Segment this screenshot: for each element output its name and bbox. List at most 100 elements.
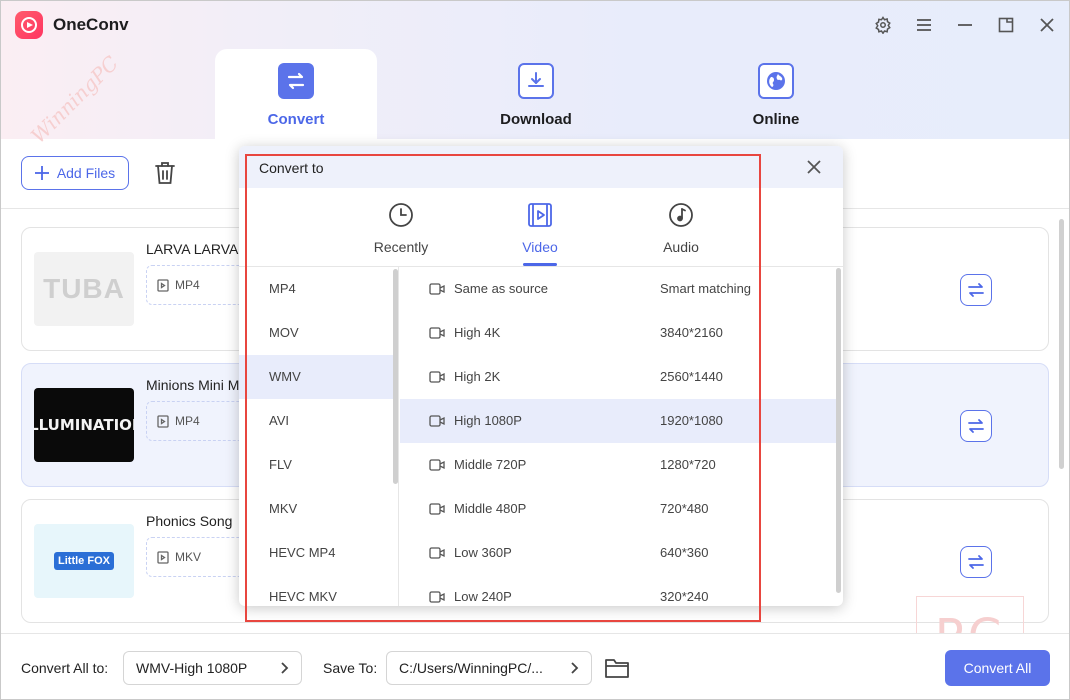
convert-button[interactable] (960, 546, 992, 578)
quality-item[interactable]: Middle 720P 1280*720 (400, 443, 836, 487)
close-icon[interactable] (1035, 13, 1059, 37)
convert-arrows-icon (968, 555, 984, 569)
convert-button[interactable] (960, 410, 992, 442)
video-file-icon (157, 414, 169, 428)
footer: Convert All to: WMV-High 1080P Save To: … (1, 633, 1069, 699)
format-list: MP4 MOV WMV AVI FLV MKV HEVC MP4 HEVC MK… (239, 267, 399, 606)
quality-item[interactable]: High 2K 2560*1440 (400, 355, 836, 399)
tab-online[interactable]: Online (695, 49, 857, 139)
clock-icon (389, 203, 413, 227)
popup-tab-label: Audio (663, 239, 699, 255)
camera-icon (429, 371, 445, 383)
format-item[interactable]: AVI (239, 399, 394, 443)
quality-item-selected[interactable]: High 1080P 1920*1080 (400, 399, 836, 443)
globe-icon (758, 63, 794, 99)
quality-name: Low 240P (454, 589, 512, 604)
camera-icon (429, 459, 445, 471)
format-item-selected[interactable]: WMV (239, 355, 394, 399)
camera-icon (429, 327, 445, 339)
format-list-scrollbar[interactable] (393, 269, 398, 484)
camera-icon (429, 547, 445, 559)
format-item[interactable]: MP4 (239, 267, 394, 311)
source-format-box: MP4 (146, 265, 246, 305)
popup-title: Convert to (259, 160, 324, 176)
save-to-path: C:/Users/WinningPC/... (399, 660, 543, 676)
thumbnail-text: TUBA (43, 273, 125, 304)
quality-resolution: Smart matching (660, 281, 752, 296)
convert-all-button[interactable]: Convert All (945, 650, 1050, 686)
popup-close-icon[interactable] (805, 158, 823, 176)
app-window: OneConv Convert Download Online Add File… (0, 0, 1070, 700)
popup-header: Convert to (239, 146, 843, 188)
popup-tab-label: Video (522, 239, 558, 255)
quality-name: High 1080P (454, 413, 522, 428)
format-item[interactable]: HEVC MKV (239, 575, 394, 606)
video-thumbnail: ILLUMINATION (34, 388, 134, 462)
thumbnail-text: Little FOX (54, 552, 114, 570)
convert-all-to-value: WMV-High 1080P (136, 660, 248, 676)
format-item[interactable]: MOV (239, 311, 394, 355)
trash-icon[interactable] (151, 159, 179, 187)
file-title: Minions Mini M (146, 377, 240, 393)
source-format: MP4 (175, 278, 200, 292)
header: OneConv Convert Download Online (1, 1, 1069, 139)
music-icon (669, 203, 693, 227)
chevron-right-icon (281, 662, 289, 674)
add-files-label: Add Files (56, 165, 116, 181)
tab-label: Download (500, 111, 572, 128)
menu-icon[interactable] (912, 13, 936, 37)
popup-tab-video[interactable]: Video (495, 202, 585, 268)
quality-resolution: 1920*1080 (660, 413, 723, 428)
maximize-icon[interactable] (994, 13, 1018, 37)
convert-arrows-icon (968, 419, 984, 433)
format-item[interactable]: MKV (239, 487, 394, 531)
file-title: Phonics Song (146, 513, 233, 529)
folder-icon[interactable] (604, 656, 630, 680)
popup-tab-audio[interactable]: Audio (636, 202, 726, 268)
save-to-select[interactable]: C:/Users/WinningPC/... (386, 651, 592, 685)
convert-all-to-select[interactable]: WMV-High 1080P (123, 651, 302, 685)
quality-name: High 4K (454, 325, 501, 340)
gear-icon[interactable] (871, 13, 895, 37)
quality-item[interactable]: Same as source Smart matching (400, 267, 836, 311)
quality-resolution: 640*360 (660, 545, 709, 560)
download-icon (518, 63, 554, 99)
tab-label: Online (752, 111, 800, 128)
add-files-button[interactable]: Add Files (21, 156, 129, 190)
video-thumbnail: TUBA (34, 252, 134, 326)
format-item[interactable]: HEVC MP4 (239, 531, 394, 575)
popup-tab-label: Recently (373, 239, 429, 255)
app-title: OneConv (53, 15, 129, 34)
tab-convert[interactable]: Convert (215, 49, 377, 139)
quality-resolution: 3840*2160 (660, 325, 723, 340)
format-item[interactable]: FLV (239, 443, 394, 487)
minimize-icon[interactable] (953, 13, 977, 37)
file-title: LARVA LARVA (146, 241, 239, 257)
quality-list: Same as source Smart matching High 4K 38… (400, 267, 843, 606)
convert-arrows-icon (968, 283, 984, 297)
tab-download[interactable]: Download (455, 49, 617, 139)
plus-icon (34, 166, 49, 180)
quality-item[interactable]: High 4K 3840*2160 (400, 311, 836, 355)
convert-all-to-label: Convert All to: (21, 660, 109, 676)
quality-resolution: 2560*1440 (660, 369, 723, 384)
source-format-box: MP4 (146, 401, 246, 441)
quality-name: Middle 480P (454, 501, 527, 516)
video-thumbnail: Little FOX (34, 524, 134, 598)
quality-name: High 2K (454, 369, 501, 384)
convert-button[interactable] (960, 274, 992, 306)
quality-item[interactable]: Low 240P 320*240 (400, 575, 836, 606)
camera-icon (429, 503, 445, 515)
camera-icon (429, 591, 445, 603)
quality-resolution: 1280*720 (660, 457, 716, 472)
video-file-icon (157, 550, 169, 564)
camera-icon (429, 415, 445, 427)
file-list-scrollbar[interactable] (1059, 219, 1064, 469)
source-format: MKV (175, 550, 202, 564)
convert-to-popup: Convert to Recently Video Audio MP4 MOV … (239, 146, 843, 606)
thumbnail-text: ILLUMINATION (34, 416, 134, 434)
quality-item[interactable]: Middle 480P 720*480 (400, 487, 836, 531)
popup-tab-recently[interactable]: Recently (356, 202, 446, 268)
quality-list-scrollbar[interactable] (836, 268, 841, 593)
quality-item[interactable]: Low 360P 640*360 (400, 531, 836, 575)
